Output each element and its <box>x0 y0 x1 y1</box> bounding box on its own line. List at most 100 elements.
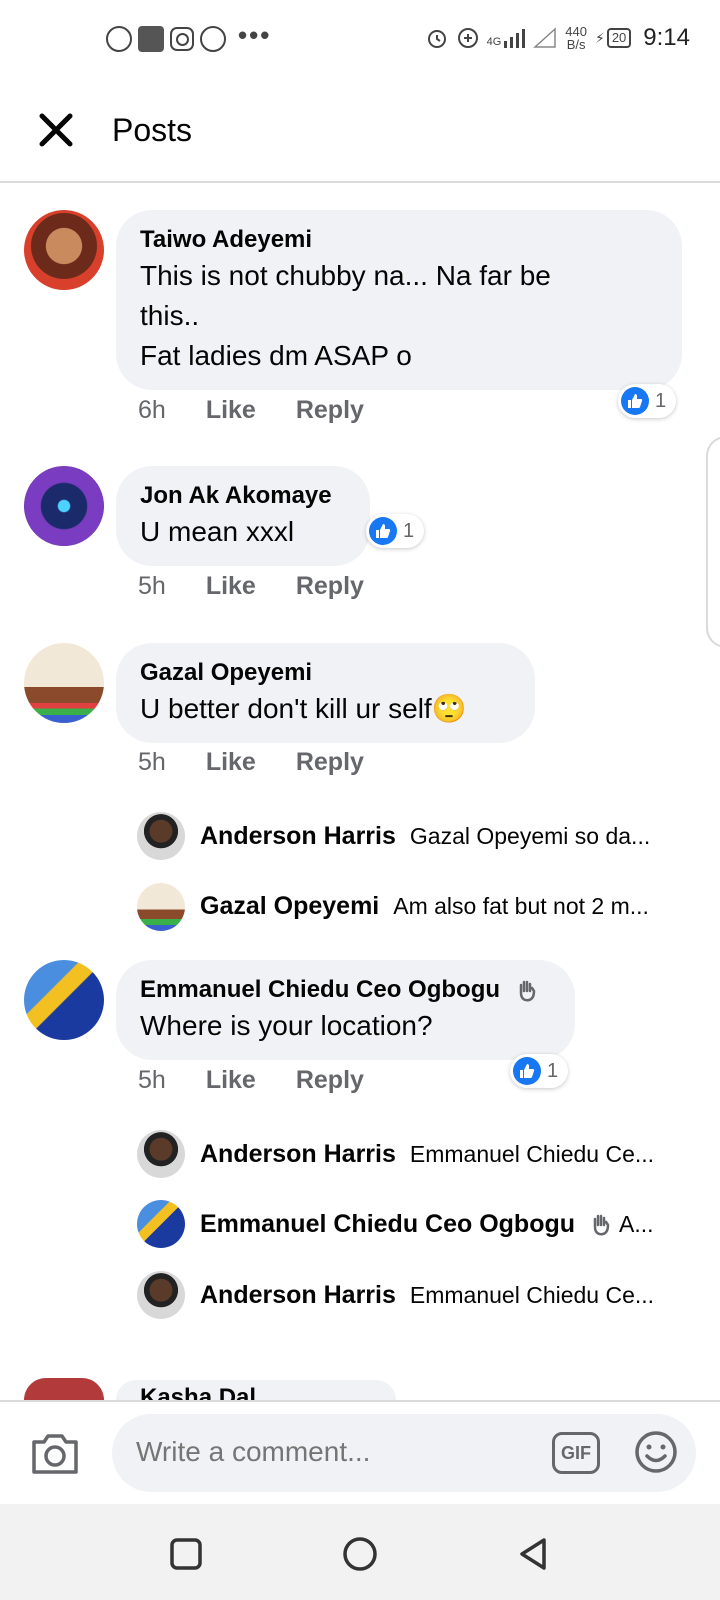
reply-avatar[interactable] <box>137 1200 185 1248</box>
reply-text: Emmanuel Chiedu Ce... <box>409 1282 655 1308</box>
reply-avatar[interactable] <box>137 1271 185 1319</box>
comment-author[interactable]: Kasha Dal... <box>116 1380 396 1400</box>
close-button[interactable] <box>34 108 78 152</box>
system-icons: 4G 440 B/s ⚡ 20 9:14 <box>425 24 690 52</box>
avatar[interactable] <box>24 466 104 546</box>
reply-preview[interactable]: Gazal Opeyemi Am also fat but not 2 m... <box>200 892 674 921</box>
like-reaction-icon <box>369 517 397 545</box>
comment-input-container: GIF <box>112 1414 696 1492</box>
avatar[interactable] <box>24 960 104 1040</box>
comment-actions: 5h Like Reply <box>138 572 364 601</box>
reply-preview[interactable]: Anderson Harris Gazal Opeyemi so da... <box>200 822 674 851</box>
more-dots-icon: ••• <box>238 20 272 50</box>
side-panel-edge <box>706 436 720 648</box>
reaction-count[interactable]: 1 <box>618 384 677 418</box>
comment-actions: 5h Like Reply <box>138 1066 364 1095</box>
circle-icon <box>343 1537 377 1571</box>
reply-text: Am also fat but not 2 m... <box>393 893 649 919</box>
close-icon <box>39 113 73 147</box>
battery-level: 20 <box>606 28 632 48</box>
reply-button[interactable]: Reply <box>296 572 364 601</box>
instagram-icon <box>170 27 194 51</box>
smiley-icon <box>635 1431 677 1473</box>
comment-bubble: Gazal Opeyemi U better don't kill ur sel… <box>116 643 535 743</box>
comment-text: U better don't kill ur self🙄 <box>140 693 467 724</box>
back-button[interactable] <box>516 1536 552 1572</box>
reply-button[interactable]: Reply <box>296 396 364 425</box>
reply-author: Anderson Harris <box>200 1281 396 1309</box>
reply-text: Emmanuel Chiedu Ce... <box>409 1141 655 1167</box>
notification-icons: ••• <box>106 22 271 52</box>
network-type: 4G <box>486 36 502 48</box>
comment-actions: 6h Like Reply <box>138 396 364 425</box>
comment-time: 6h <box>138 396 166 424</box>
recents-button[interactable] <box>168 1536 204 1572</box>
whatsapp-icon <box>106 26 132 52</box>
chrome-icon <box>200 26 226 52</box>
signal-empty-icon <box>533 27 557 48</box>
comment-author[interactable]: Jon Ak Akomaye <box>140 480 346 512</box>
comment-time: 5h <box>138 748 166 776</box>
avatar[interactable] <box>24 1378 104 1400</box>
camera-button[interactable] <box>30 1430 80 1476</box>
data-saver-icon <box>457 28 478 48</box>
reply-author: Gazal Opeyemi <box>200 892 380 920</box>
comment-actions: 5h Like Reply <box>138 748 364 777</box>
reply-avatar[interactable] <box>137 812 185 860</box>
comment-author[interactable]: Emmanuel Chiedu Ceo Ogbogu <box>140 974 551 1006</box>
like-reaction-icon <box>513 1057 541 1085</box>
avatar[interactable] <box>24 643 104 723</box>
status-bar: ••• 4G 440 B/s ⚡ 20 9:14 <box>0 0 720 80</box>
reply-text: Gazal Opeyemi so da... <box>409 823 651 849</box>
square-icon <box>170 1538 202 1570</box>
system-nav-bar <box>0 1504 720 1600</box>
camera-icon <box>32 1434 78 1474</box>
comment-author[interactable]: Taiwo Adeyemi <box>140 224 658 256</box>
battery-icon: ⚡ 20 <box>595 28 632 48</box>
comment-text: Where is your location? <box>140 1010 433 1041</box>
reply-author: Anderson Harris <box>200 822 396 850</box>
gif-button[interactable]: GIF <box>552 1432 600 1474</box>
reaction-count[interactable]: 1 <box>366 514 425 548</box>
comment-bubble: Taiwo Adeyemi This is not chubby na... N… <box>116 210 682 390</box>
reply-avatar[interactable] <box>137 1130 185 1178</box>
header: Posts <box>0 80 720 183</box>
reply-button[interactable]: Reply <box>296 1066 364 1095</box>
comment-text: U mean xxxl <box>140 516 295 547</box>
reply-preview[interactable]: Anderson Harris Emmanuel Chiedu Ce... <box>200 1281 674 1310</box>
comment-bubble: Jon Ak Akomaye U mean xxxl <box>116 466 370 566</box>
comment-time: 5h <box>138 1066 166 1094</box>
reply-preview[interactable]: Emmanuel Chiedu Ceo Ogbogu A... <box>200 1210 674 1239</box>
reply-avatar[interactable] <box>137 883 185 931</box>
home-button[interactable] <box>342 1536 378 1572</box>
reply-author: Anderson Harris <box>200 1140 396 1168</box>
clock: 9:14 <box>643 24 690 51</box>
comment-bubble: Kasha Dal... <box>116 1380 396 1400</box>
comment-composer: GIF <box>0 1400 720 1504</box>
net-speed: 440 B/s <box>565 24 587 52</box>
app-icon <box>138 26 164 52</box>
comment-bubble: Emmanuel Chiedu Ceo Ogbogu Where is your… <box>116 960 575 1060</box>
reply-preview[interactable]: Anderson Harris Emmanuel Chiedu Ce... <box>200 1140 674 1169</box>
waving-hand-icon <box>593 1214 610 1235</box>
reply-author: Emmanuel Chiedu Ceo Ogbogu <box>200 1210 576 1238</box>
reply-text: A... <box>619 1211 654 1237</box>
signal-icon: 4G <box>487 27 526 49</box>
emoji-button[interactable] <box>634 1430 678 1474</box>
comment-time: 5h <box>138 572 166 600</box>
like-reaction-icon <box>621 387 649 415</box>
reaction-count[interactable]: 1 <box>510 1054 569 1088</box>
like-button[interactable]: Like <box>206 572 256 601</box>
triangle-back-icon <box>520 1538 546 1570</box>
alarm-icon <box>427 30 446 48</box>
like-button[interactable]: Like <box>206 1066 256 1095</box>
comment-author[interactable]: Gazal Opeyemi <box>140 657 511 689</box>
comment-text: This is not chubby na... Na far be this.… <box>140 260 551 371</box>
avatar[interactable] <box>24 210 104 290</box>
like-button[interactable]: Like <box>206 748 256 777</box>
comment-input[interactable] <box>136 1436 516 1468</box>
reply-button[interactable]: Reply <box>296 748 364 777</box>
page-title: Posts <box>112 112 193 148</box>
like-button[interactable]: Like <box>206 396 256 425</box>
waving-hand-icon <box>519 980 535 1002</box>
